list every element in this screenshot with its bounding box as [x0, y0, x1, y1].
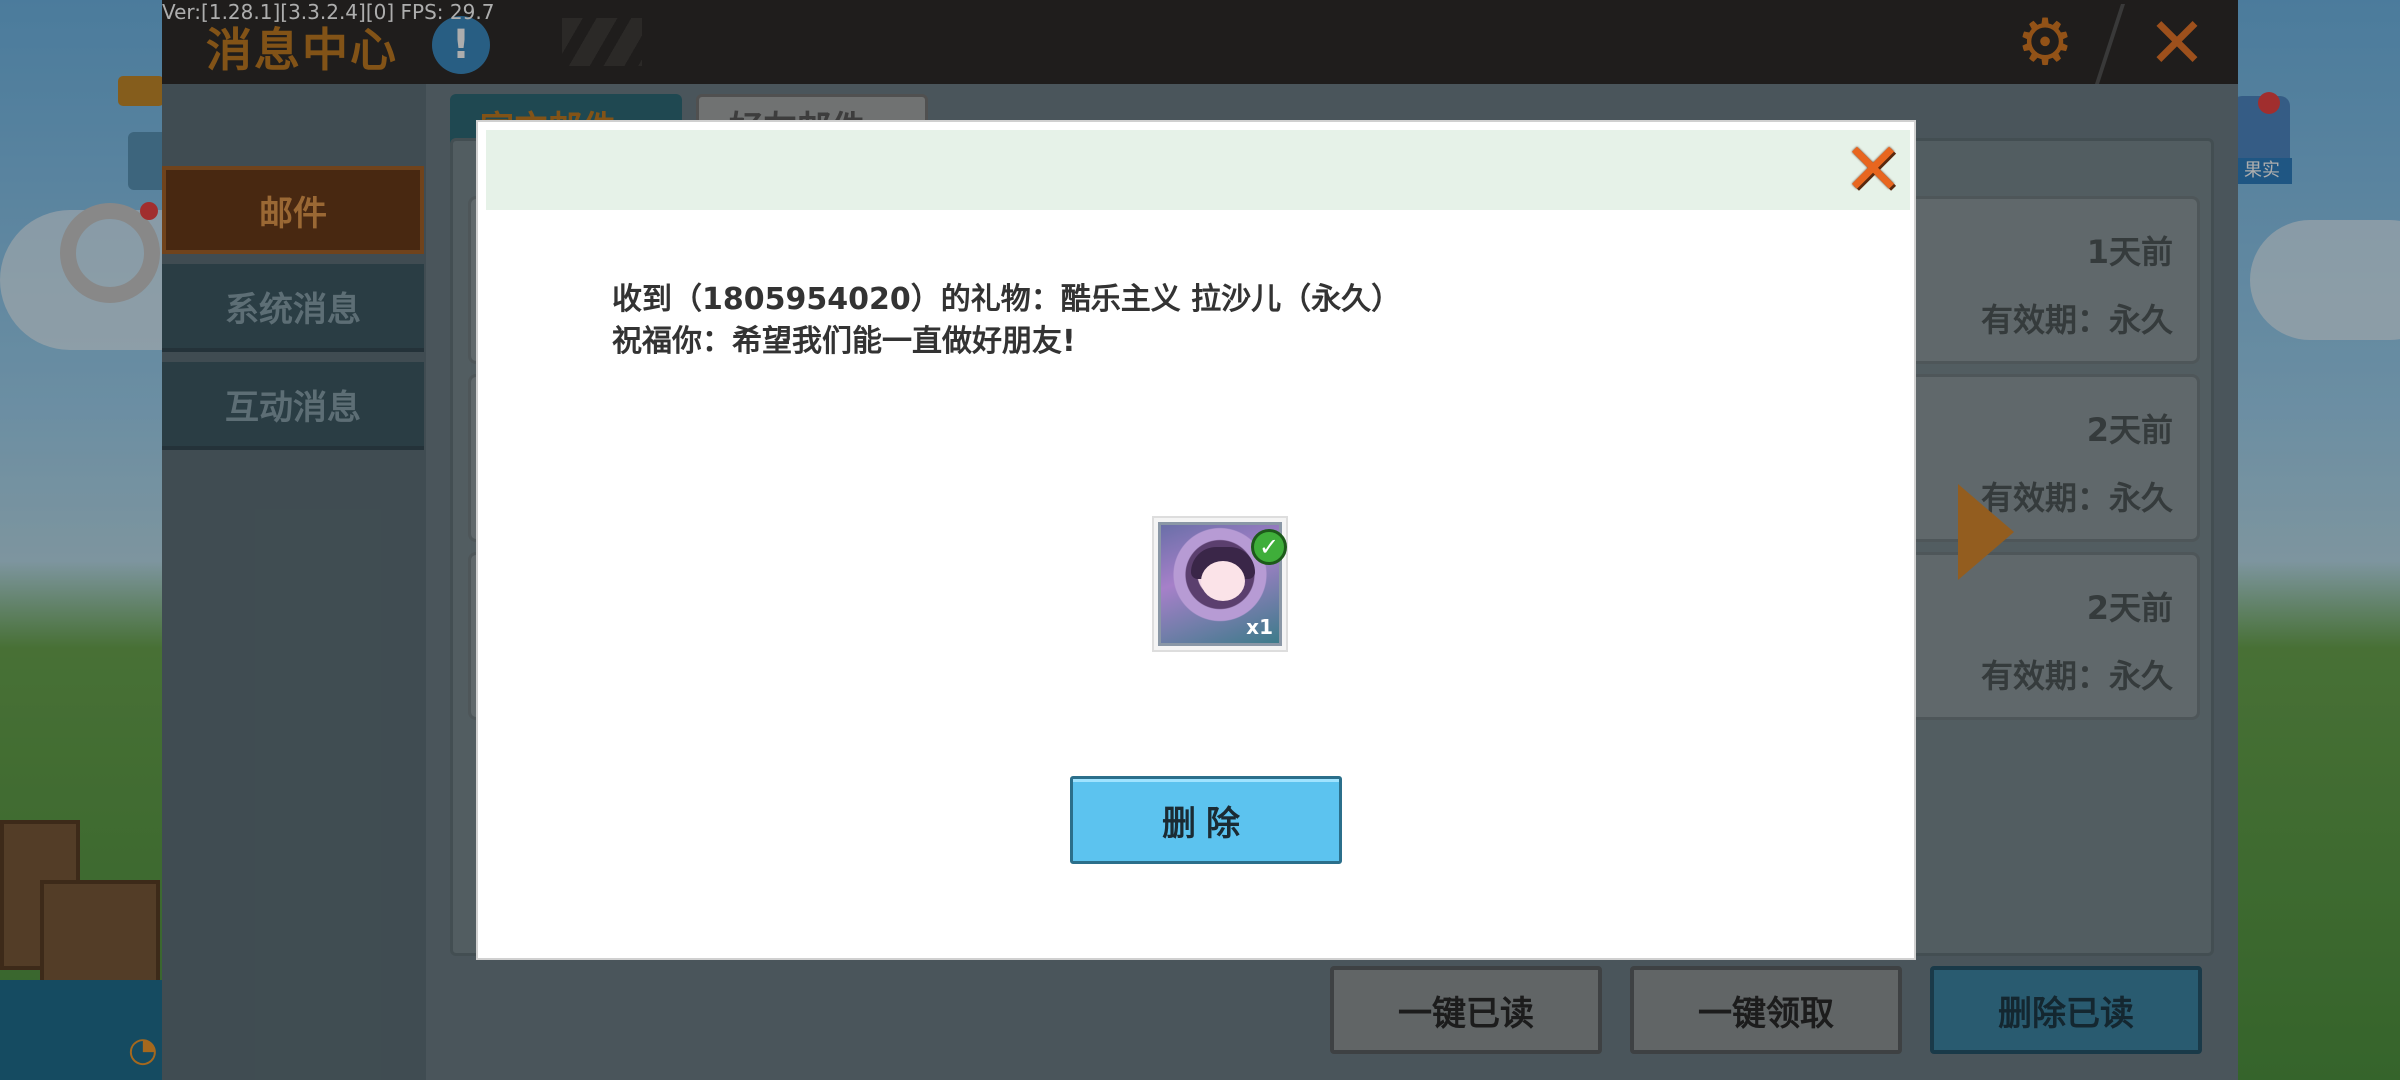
- character-face: [1201, 561, 1245, 601]
- gift-message-line: 收到（1805954020）的礼物：酷乐主义 拉沙儿（永久）: [612, 282, 1402, 317]
- mail-detail-dialog: ✕ 收到（1805954020）的礼物：酷乐主义 拉沙儿（永久） 祝福你：希望我…: [476, 120, 1916, 960]
- gift-count: x1: [1246, 615, 1273, 639]
- character-skin-image: ✓ x1: [1158, 522, 1287, 646]
- dialog-header: [486, 130, 1910, 210]
- gift-item[interactable]: ✓ x1: [1152, 516, 1288, 652]
- delete-button[interactable]: 删除: [1070, 776, 1342, 864]
- checkmark-icon: ✓: [1251, 529, 1287, 565]
- close-icon[interactable]: ✕: [1838, 133, 1908, 205]
- button-label: 删除: [1162, 803, 1250, 844]
- blessing-message-line: 祝福你：希望我们能一直做好朋友!: [612, 324, 1076, 359]
